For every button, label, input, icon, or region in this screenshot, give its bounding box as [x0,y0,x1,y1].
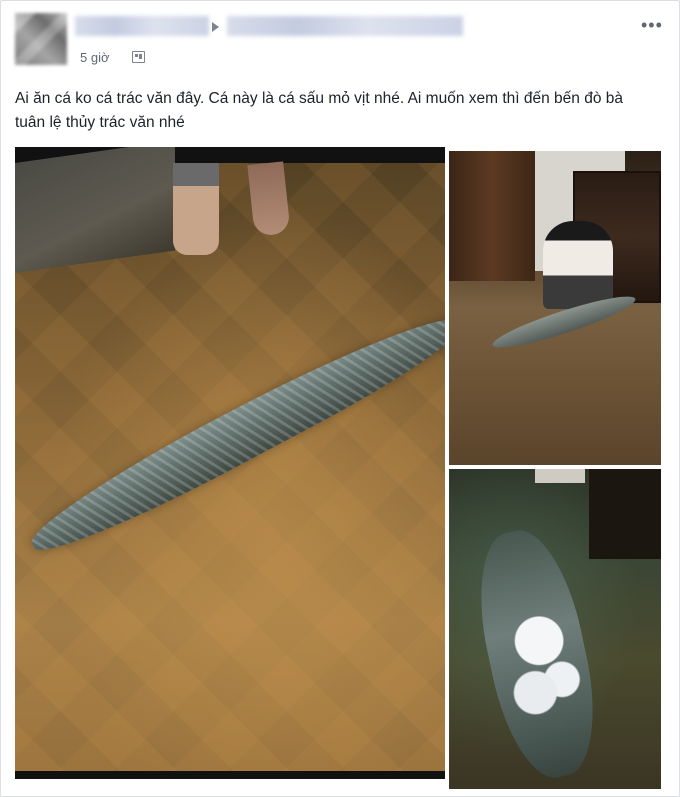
post-text: Ai ăn cá ko cá trác văn đây. Cá này là c… [15,90,624,131]
share-arrow-icon [212,22,219,32]
author-name[interactable] [75,16,209,36]
main-photo[interactable] [15,147,445,779]
avatar[interactable] [15,13,67,65]
bottom-right-photo[interactable] [449,469,661,789]
more-options-icon[interactable]: ••• [641,16,663,34]
target-name[interactable] [227,16,463,36]
post-card: 5 giờ ••• Ai ăn cá ko cá trác văn đây. C… [0,0,680,797]
top-right-photo[interactable] [449,151,661,465]
timestamp[interactable]: 5 giờ [80,50,110,65]
privacy-icon[interactable] [132,51,145,63]
